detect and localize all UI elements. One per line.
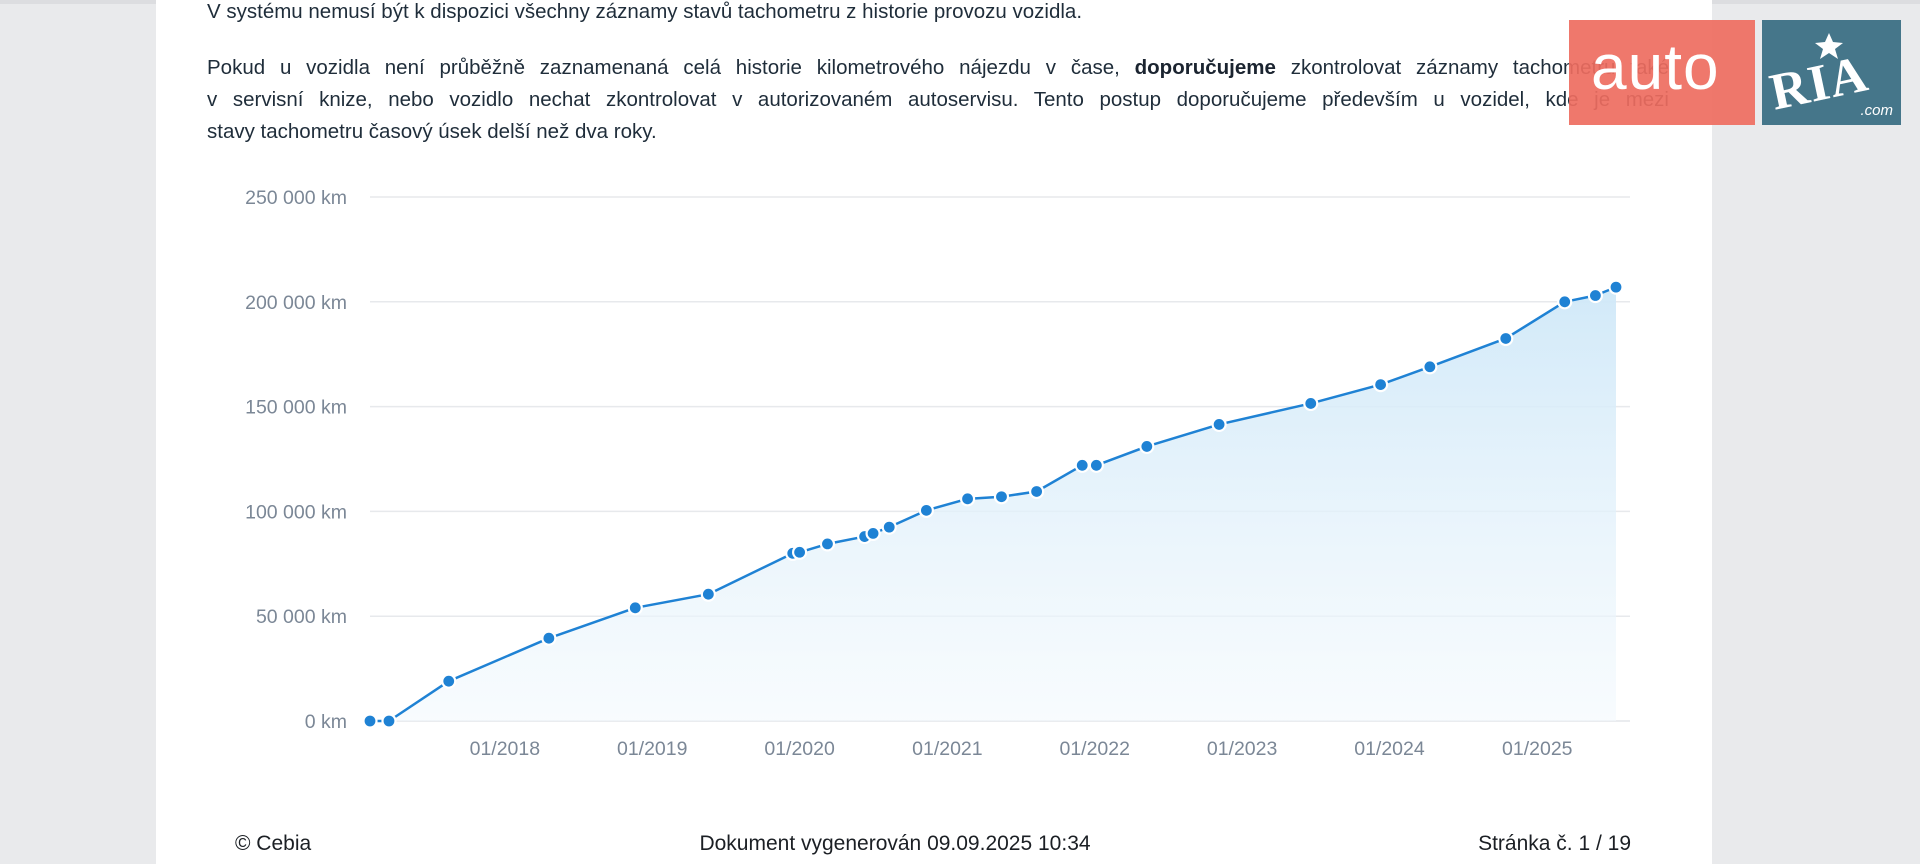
y-tick-label: 100 000 km [245,501,347,523]
y-tick-label: 150 000 km [245,397,347,419]
data-point [1074,457,1090,473]
autoria-watermark: auto RIA .com [1569,20,1901,125]
data-point [1608,279,1624,295]
x-tick-label: 01/2024 [1354,738,1425,760]
data-point [1303,395,1319,412]
data-point [700,586,716,602]
watermark-auto-block: auto [1569,20,1755,125]
x-tick-label: 01/2021 [912,738,983,760]
data-point [959,491,976,507]
data-point [541,630,557,646]
data-point [1498,330,1514,347]
data-point [627,600,643,616]
x-tick-label: 01/2020 [764,738,835,760]
watermark-ria-text: RIA [1765,45,1874,122]
x-tick-label: 01/2019 [617,738,688,760]
x-axis-labels: 01/2018 01/2019 01/2020 01/2021 01/2022 01/20… [470,738,1573,760]
x-tick-label: 01/2023 [1207,738,1278,760]
footer-page-number: Stránka č. 1 / 19 [1478,832,1631,855]
data-point [381,713,397,729]
y-tick-label: 200 000 km [245,292,347,314]
watermark-ria-block: RIA .com [1762,20,1901,125]
y-tick-label: 250 000 km [245,187,347,209]
data-point [993,489,1010,505]
x-tick-label: 01/2025 [1502,738,1573,760]
watermark-com-text: .com [1860,102,1893,119]
data-point [791,544,808,560]
data-point [1373,376,1389,393]
data-point [1557,294,1573,310]
data-point [1587,287,1604,304]
data-point [1088,457,1104,473]
area-fill [370,287,1616,721]
y-axis-labels: 0 km 50 000 km 100 000 km 150 000 km 200 000… [245,187,347,733]
data-point [1139,438,1155,455]
x-tick-label: 01/2018 [470,738,541,760]
y-tick-label: 50 000 km [256,606,347,628]
data-point [1422,359,1438,375]
data-point [362,713,378,729]
watermark-auto-text: auto [1591,31,1720,103]
data-point [881,519,897,535]
data-point [1029,483,1045,500]
data-point [918,502,934,518]
x-tick-label: 01/2022 [1059,738,1130,760]
data-point [441,673,457,689]
data-point [1211,416,1227,433]
data-point [819,536,836,552]
y-tick-label: 0 km [305,711,347,733]
odometer-history-chart: 0 km 50 000 km 100 000 km 150 000 km 200 000… [245,187,1630,760]
data-point [865,525,881,542]
